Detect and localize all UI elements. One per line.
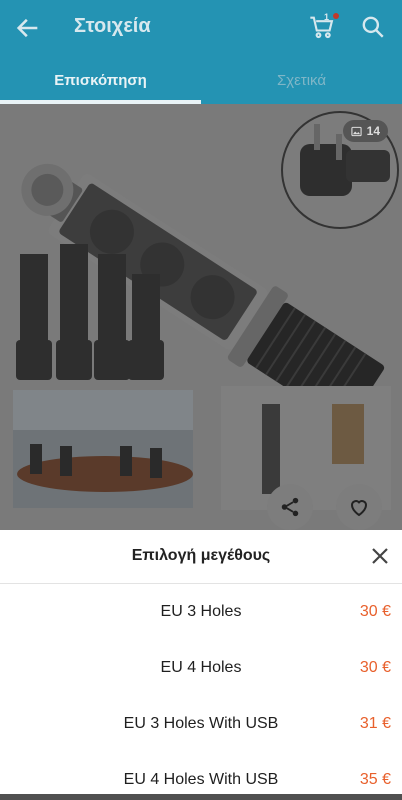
tab-related[interactable]: Σχετικά: [201, 56, 402, 104]
size-option-price: 35 €: [359, 771, 391, 788]
sheet-header: Επιλογή μεγέθους: [0, 530, 402, 584]
size-option-label: EU 4 Holes: [160, 659, 242, 676]
size-option[interactable]: EU 4 Holes 30 €: [0, 640, 402, 696]
sheet-title: Επιλογή μεγέθους: [131, 547, 271, 564]
cart-badge: [333, 13, 339, 19]
image-count: 14: [366, 124, 380, 138]
image-count-badge[interactable]: 14: [342, 120, 388, 142]
share-button[interactable]: [267, 484, 313, 530]
favorite-button[interactable]: [336, 484, 382, 530]
navigation-bar: [0, 794, 402, 800]
heart-icon: [350, 500, 368, 517]
back-arrow-icon[interactable]: [14, 14, 42, 42]
toolbar: Στοιχεία 1: [0, 0, 402, 56]
size-option[interactable]: EU 3 Holes With USB 31 €: [0, 696, 402, 752]
tab-overview[interactable]: Επισκόπηση: [0, 56, 201, 104]
product-gallery[interactable]: 14: [0, 104, 402, 530]
search-icon[interactable]: [360, 14, 386, 40]
size-option-price: 30 €: [359, 659, 391, 676]
image-icon: [351, 126, 362, 136]
app-bar: Στοιχεία 1 Επισκόπηση Σχετικά: [0, 0, 402, 104]
cart-count: 1: [323, 12, 329, 22]
page-title: Στοιχεία: [74, 15, 151, 37]
size-option-label: EU 3 Holes: [160, 603, 242, 620]
size-option-label: EU 3 Holes With USB: [123, 715, 279, 732]
size-selection-sheet: Επιλογή μεγέθους EU 3 Holes 30 € EU 4 Ho…: [0, 530, 402, 800]
size-option-label: EU 4 Holes With USB: [123, 771, 279, 788]
cart-icon[interactable]: [308, 13, 336, 41]
close-icon[interactable]: [368, 544, 392, 568]
tab-bar: Επισκόπηση Σχετικά: [0, 56, 402, 104]
size-option-price: 31 €: [359, 715, 391, 732]
share-icon: [281, 497, 299, 517]
size-option-price: 30 €: [359, 603, 391, 620]
product-image: [13, 111, 399, 510]
size-option[interactable]: EU 4 Holes With USB 35 €: [0, 752, 402, 800]
size-option[interactable]: EU 3 Holes 30 €: [0, 584, 402, 640]
